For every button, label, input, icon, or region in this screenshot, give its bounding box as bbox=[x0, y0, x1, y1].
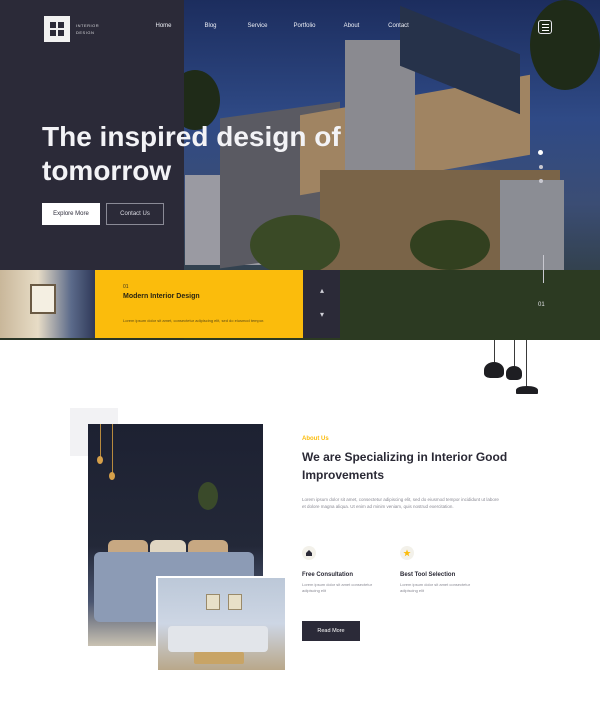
hero-title: The inspired design of tomorrow bbox=[42, 121, 341, 186]
feature-title: Best Tool Selection bbox=[400, 572, 456, 578]
nav-item-portfolio[interactable]: Portfolio bbox=[281, 20, 328, 32]
home-icon bbox=[302, 546, 316, 560]
slider-dot[interactable] bbox=[538, 165, 543, 169]
read-more-button[interactable]: Read More bbox=[302, 621, 360, 641]
feature-consultation: Free Consultation Lorem ipsum dolor sit … bbox=[302, 546, 392, 594]
main-nav: Home Blog Service Portfolio About Contac… bbox=[140, 20, 422, 32]
feature-text: Lorem ipsum dolor sit amet consectetur a… bbox=[400, 582, 471, 593]
slider-dots bbox=[538, 150, 543, 183]
feature-tool-selection: Best Tool Selection Lorem ipsum dolor si… bbox=[400, 546, 490, 594]
nav-item-home[interactable]: Home bbox=[140, 20, 187, 32]
nav-item-contact[interactable]: Contact bbox=[375, 20, 422, 32]
feature-card: 01 Modern Interior Design Lorem ipsum do… bbox=[95, 270, 303, 338]
nav-item-service[interactable]: Service bbox=[234, 20, 281, 32]
nav-item-about[interactable]: About bbox=[328, 20, 375, 32]
slider-arrows: ▴ ▾ bbox=[303, 270, 340, 338]
feature-card-text: Lorem ipsum dolor sit amet, consectetur … bbox=[123, 318, 265, 323]
menu-icon[interactable] bbox=[538, 20, 552, 34]
about-title: We are Specializing in Interior Good Imp… bbox=[302, 450, 508, 482]
about-text: Lorem ipsum dolor sit amet, consectetur … bbox=[302, 497, 499, 509]
feature-text: Lorem ipsum dolor sit amet consectetur a… bbox=[302, 582, 373, 593]
feature-card-label: 01 bbox=[123, 284, 129, 290]
logo-text-line2: DESIGN bbox=[76, 30, 95, 35]
feature-title: Free Consultation bbox=[302, 572, 354, 578]
nav-item-blog[interactable]: Blog bbox=[187, 20, 234, 32]
explore-button[interactable]: Explore More bbox=[42, 203, 100, 225]
logo[interactable]: INTERIOR DESIGN bbox=[44, 16, 99, 42]
living-room-photo bbox=[158, 578, 285, 670]
interior-thumbnail bbox=[0, 270, 95, 338]
slide-number: 01 bbox=[538, 302, 545, 308]
arrow-down-icon[interactable]: ▾ bbox=[317, 310, 327, 320]
slider-dot[interactable] bbox=[538, 179, 543, 183]
lamp-icon bbox=[516, 386, 538, 394]
lamp-icon bbox=[484, 362, 504, 378]
hero-section: INTERIOR DESIGN Home Blog Service Portfo… bbox=[0, 0, 600, 340]
lamp-icon bbox=[506, 366, 522, 380]
star-icon bbox=[400, 546, 414, 560]
arrow-up-icon[interactable]: ▴ bbox=[317, 286, 327, 296]
feature-card-title: Modern Interior Design bbox=[123, 293, 200, 300]
logo-icon bbox=[44, 16, 70, 42]
slider-progress-line bbox=[543, 255, 544, 283]
slider-dot[interactable] bbox=[538, 150, 543, 155]
about-label: About Us bbox=[302, 436, 329, 442]
logo-text-line1: INTERIOR bbox=[76, 23, 100, 28]
contact-button[interactable]: Contact Us bbox=[106, 203, 164, 225]
